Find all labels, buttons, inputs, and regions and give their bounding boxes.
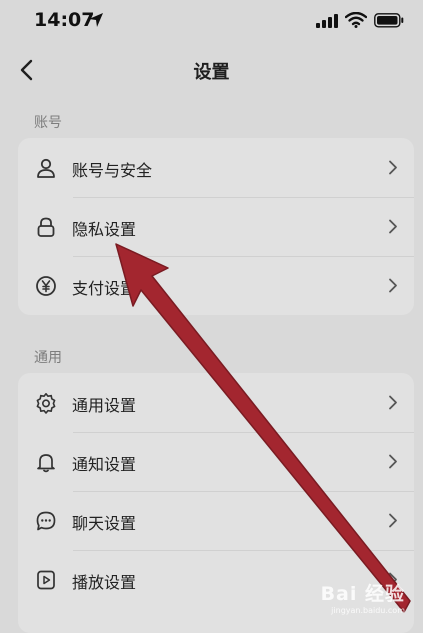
row-label: 通知设置	[72, 455, 137, 474]
settings-row-privacy[interactable]: 隐私设置	[18, 197, 414, 256]
chevron-right-icon	[389, 513, 397, 528]
row-label: 通用设置	[72, 396, 137, 415]
row-label: 支付设置	[72, 279, 137, 298]
battery-icon	[374, 13, 404, 28]
settings-row-notifications[interactable]: 通知设置	[18, 432, 414, 491]
wifi-icon	[345, 12, 367, 28]
section-label-general: 通用	[34, 350, 62, 366]
account-settings-card: 账号与安全 隐私设置 支付设置	[18, 138, 414, 315]
settings-row-account-security[interactable]: 账号与安全	[18, 138, 414, 197]
section-label-account: 账号	[34, 115, 62, 131]
row-label: 聊天设置	[72, 514, 137, 533]
chevron-right-icon	[389, 454, 397, 469]
location-arrow-icon	[89, 13, 103, 27]
nav-bar: 设置	[0, 48, 423, 92]
yuan-icon	[36, 276, 56, 296]
user-icon	[37, 158, 55, 178]
play-icon	[37, 570, 55, 590]
status-time: 14:07	[34, 9, 95, 31]
settings-row-chat[interactable]: 聊天设置	[18, 491, 414, 550]
chevron-right-icon	[389, 278, 397, 293]
row-label: 账号与安全	[72, 161, 153, 180]
settings-row-payment[interactable]: 支付设置	[18, 256, 414, 315]
row-label: 隐私设置	[72, 220, 137, 239]
chat-bubble-icon	[36, 511, 56, 531]
chevron-right-icon	[389, 219, 397, 234]
cellular-signal-icon	[316, 14, 338, 28]
chevron-right-icon	[389, 160, 397, 175]
bell-icon	[37, 454, 55, 473]
watermark: Bai 经验 jingyan.baidu.com	[321, 579, 405, 615]
watermark-sub: jingyan.baidu.com	[331, 606, 405, 615]
gear-icon	[36, 393, 56, 414]
chevron-right-icon	[389, 395, 397, 410]
row-label: 播放设置	[72, 573, 137, 592]
settings-row-general[interactable]: 通用设置	[18, 373, 414, 432]
watermark-text: Bai 经验	[320, 583, 405, 605]
lock-icon	[37, 217, 55, 237]
page-title: 设置	[193, 62, 230, 83]
status-bar: 14:07	[0, 0, 423, 42]
